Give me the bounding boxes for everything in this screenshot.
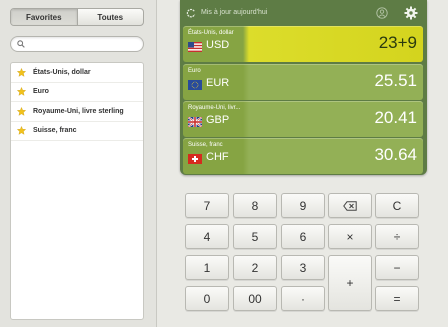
list-item-label: Euro [33,88,49,96]
star-icon [17,106,26,116]
eu-flag-icon [188,80,202,90]
currency-name: Royaume-Uni, livr... [188,105,241,111]
currency-row-chf[interactable]: Suisse, franc CHF 30.64 [183,138,423,174]
gear-icon[interactable] [404,6,418,20]
equals-key[interactable]: = [375,286,419,311]
list-item[interactable]: États-Unis, dollar [11,63,143,83]
currency-value: 23+9 [378,33,417,52]
favorites-panel: Favorites Toutes États-Unis, dollar Euro… [0,0,157,327]
divide-key[interactable]: ÷ [375,224,419,249]
uk-flag-icon [188,117,202,127]
currency-code: EUR [206,77,230,89]
currency-name: Euro [188,68,201,74]
key-9[interactable]: 9 [281,193,325,218]
star-icon [17,87,26,97]
list-item-label: Suisse, franc [33,127,77,135]
key-6[interactable]: 6 [281,224,325,249]
us-flag-icon [188,42,202,52]
currency-board: Mis à jour aujourd'hui États-Unis, dolla… [180,0,427,175]
list-segmented-control: Favorites Toutes [10,8,144,26]
row-label-area: Royaume-Uni, livr... GBP [183,101,243,137]
currency-name: États-Unis, dollar [188,30,234,36]
clear-key[interactable]: C [375,193,419,218]
ch-flag-icon [188,154,202,164]
row-label-area: Euro EUR [183,64,243,100]
key-7[interactable]: 7 [185,193,229,218]
star-icon [17,67,26,77]
row-label-area: Suisse, franc CHF [183,138,243,174]
currency-row-eur[interactable]: Euro EUR 25.51 [183,64,423,100]
last-updated-label: Mis à jour aujourd'hui [201,9,268,16]
key-00[interactable]: 00 [233,286,277,311]
key-8[interactable]: 8 [233,193,277,218]
currency-row-usd[interactable]: États-Unis, dollar USD 23+9 [183,26,423,62]
favorites-list: États-Unis, dollar Euro Royaume-Uni, liv… [10,62,144,320]
backspace-key[interactable] [328,193,372,218]
tab-favorites[interactable]: Favorites [11,9,78,25]
currency-code: USD [206,39,230,51]
list-item[interactable]: Suisse, franc [11,122,143,141]
tab-all[interactable]: Toutes [78,9,144,25]
currency-code: CHF [206,151,229,163]
list-item[interactable]: Euro [11,83,143,102]
list-item-label: États-Unis, dollar [33,68,91,76]
search-icon [17,40,25,48]
list-item-label: Royaume-Uni, livre sterling [33,107,124,115]
key-4[interactable]: 4 [185,224,229,249]
converter-panel: Mis à jour aujourd'hui États-Unis, dolla… [157,0,448,327]
currency-name: Suisse, franc [188,142,223,148]
board-toolbar: Mis à jour aujourd'hui [180,0,427,27]
search-field[interactable] [10,36,144,52]
decimal-key[interactable]: · [281,286,325,311]
person-icon[interactable] [376,7,388,19]
search-input[interactable] [27,38,139,50]
key-0[interactable]: 0 [185,286,229,311]
backspace-icon [343,200,357,211]
plus-key[interactable]: + [328,255,372,311]
currency-value: 20.41 [374,108,417,127]
minus-key[interactable]: − [375,255,419,280]
currency-value: 30.64 [374,145,417,164]
key-5[interactable]: 5 [233,224,277,249]
row-label-area: États-Unis, dollar USD [183,26,243,62]
currency-value: 25.51 [374,71,417,90]
key-1[interactable]: 1 [185,255,229,280]
list-item[interactable]: Royaume-Uni, livre sterling [11,102,143,122]
multiply-key[interactable]: × [328,224,372,249]
key-2[interactable]: 2 [233,255,277,280]
star-icon [17,126,26,136]
key-3[interactable]: 3 [281,255,325,280]
refresh-icon[interactable] [186,8,196,18]
currency-row-gbp[interactable]: Royaume-Uni, livr... GBP 20.41 [183,101,423,137]
currency-code: GBP [206,114,230,126]
